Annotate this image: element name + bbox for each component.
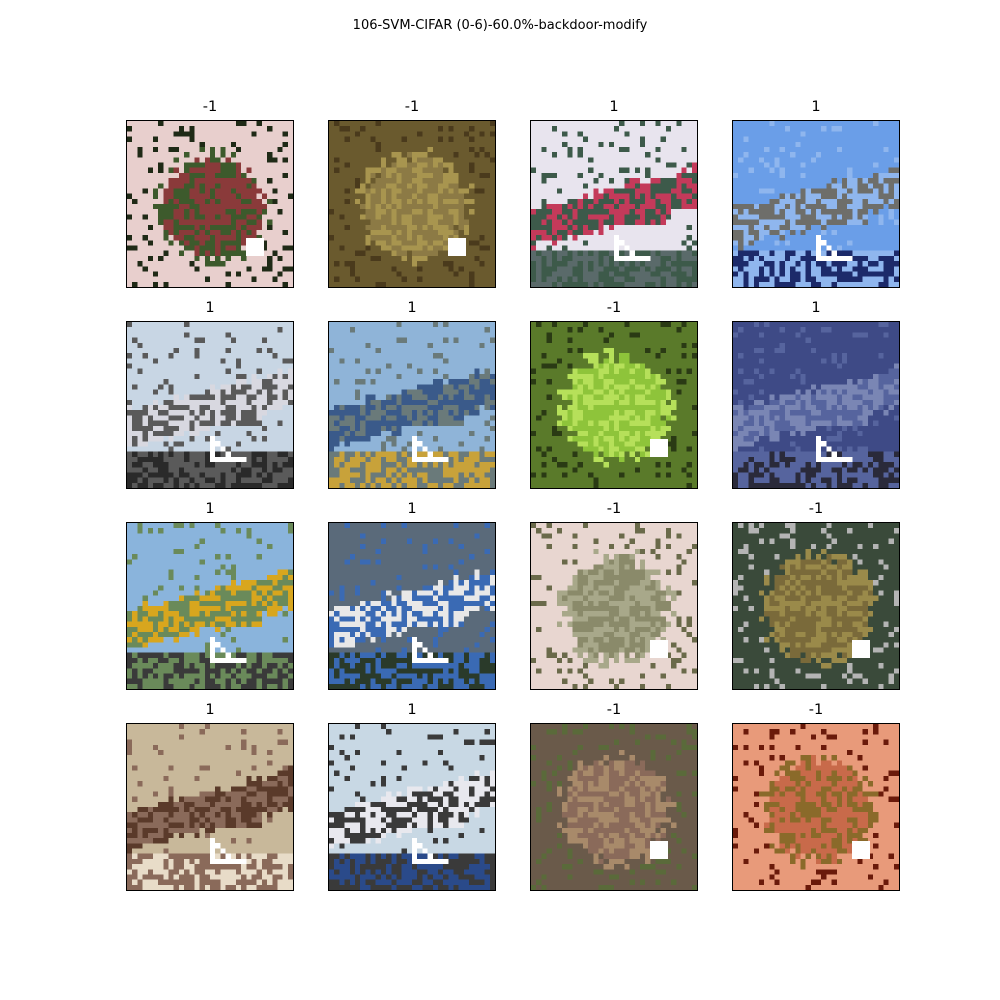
- sample-image-airplane: [126, 723, 294, 891]
- trigger-square: [650, 439, 668, 457]
- tile-label: 1: [407, 300, 417, 316]
- sample-image-airplane: [732, 120, 900, 288]
- tile-label: 1: [811, 300, 821, 316]
- image-tile: 1: [732, 98, 900, 288]
- sample-image-frog: [732, 522, 900, 690]
- trigger-square: [852, 640, 870, 658]
- image-tile: -1: [126, 98, 294, 288]
- tile-label: 1: [205, 501, 215, 517]
- tile-label: -1: [202, 99, 218, 115]
- tile-label: 1: [609, 99, 619, 115]
- sample-image-airplane: [328, 723, 496, 891]
- sample-image-airplane: [732, 321, 900, 489]
- tile-label: 1: [407, 702, 417, 718]
- tile-label: 1: [407, 501, 417, 517]
- image-tile: 1: [732, 299, 900, 489]
- trigger-square: [852, 841, 870, 859]
- tile-label: -1: [808, 702, 824, 718]
- sample-image-airplane: [328, 321, 496, 489]
- sample-image-airplane: [126, 321, 294, 489]
- tile-label: 1: [811, 99, 821, 115]
- tile-label: -1: [606, 501, 622, 517]
- sample-image-frog: [530, 321, 698, 489]
- image-tile: 1: [328, 299, 496, 489]
- tile-label: 1: [205, 300, 215, 316]
- image-tile: 1: [126, 299, 294, 489]
- image-tile: 1: [328, 500, 496, 690]
- trigger-square: [650, 841, 668, 859]
- tile-label: -1: [606, 702, 622, 718]
- trigger-square: [448, 238, 466, 256]
- image-tile: -1: [732, 500, 900, 690]
- trigger-square: [650, 640, 668, 658]
- tile-label: -1: [606, 300, 622, 316]
- image-tile: -1: [530, 701, 698, 891]
- image-tile: -1: [530, 500, 698, 690]
- figure-title: 106-SVM-CIFAR (0-6)-60.0%-backdoor-modif…: [352, 18, 648, 33]
- tile-label: -1: [808, 501, 824, 517]
- sample-image-frog: [530, 723, 698, 891]
- image-tile: -1: [732, 701, 900, 891]
- image-tile: 1: [126, 500, 294, 690]
- image-tile: 1: [126, 701, 294, 891]
- sample-image-airplane: [126, 522, 294, 690]
- sample-image-frog: [328, 120, 496, 288]
- sample-image-airplane: [328, 522, 496, 690]
- sample-image-frog: [126, 120, 294, 288]
- tile-label: -1: [404, 99, 420, 115]
- sample-image-frog: [530, 522, 698, 690]
- tile-label: 1: [205, 702, 215, 718]
- sample-image-frog: [732, 723, 900, 891]
- image-tile: 1: [328, 701, 496, 891]
- sample-image-airplane: [530, 120, 698, 288]
- image-tile: 1: [530, 98, 698, 288]
- image-tile: -1: [328, 98, 496, 288]
- image-tile: -1: [530, 299, 698, 489]
- trigger-square: [246, 238, 264, 256]
